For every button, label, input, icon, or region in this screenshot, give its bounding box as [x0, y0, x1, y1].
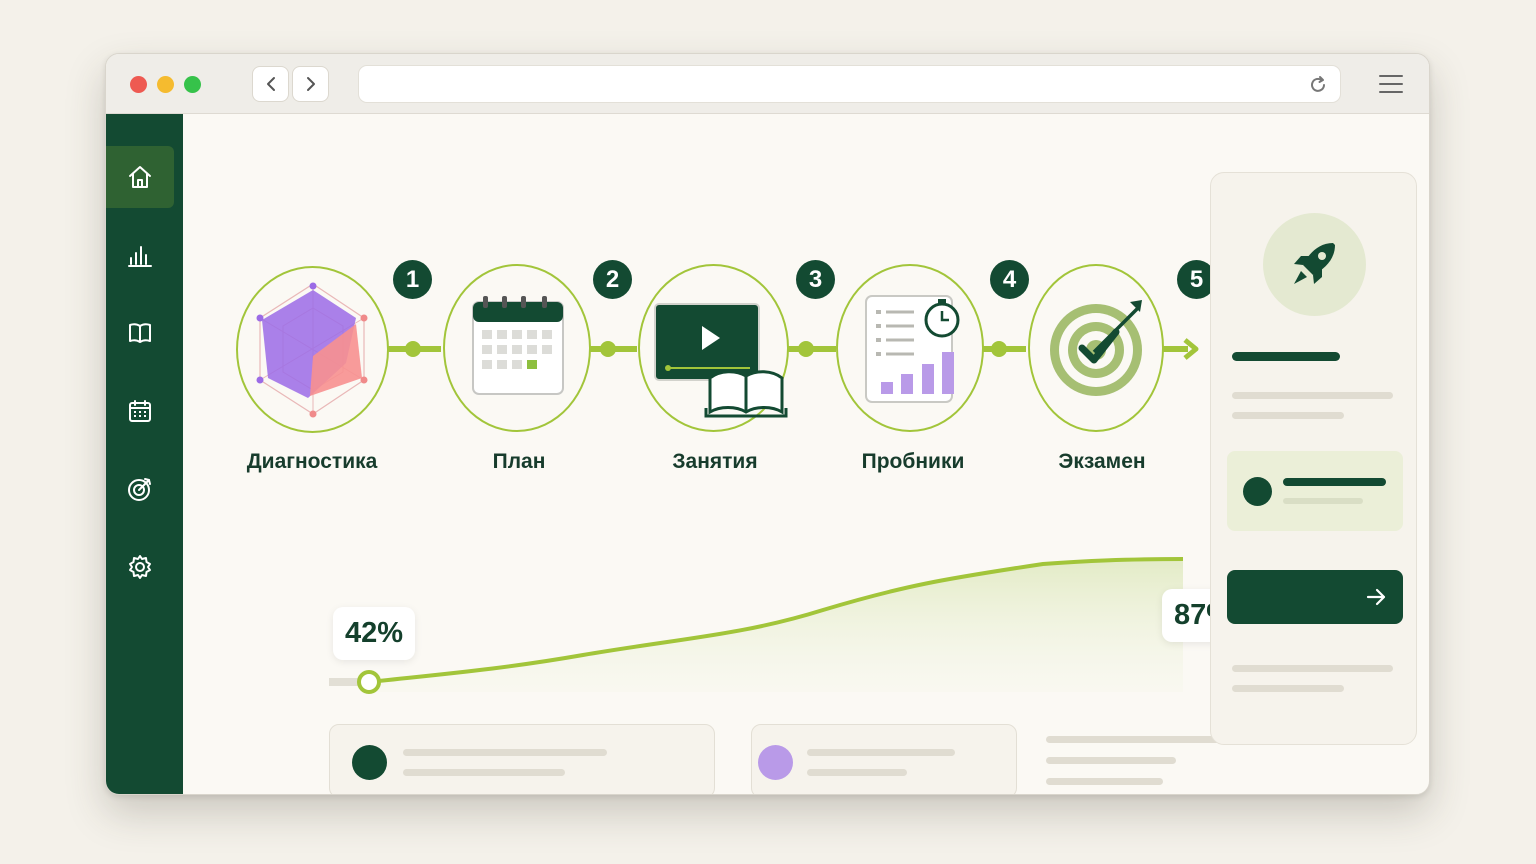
step-4-number: 4 — [990, 260, 1029, 299]
panel-highlight-card[interactable] — [1227, 451, 1403, 531]
card-2-avatar — [758, 745, 793, 780]
chevron-left-icon — [266, 77, 275, 91]
main-content: 1 Диагностика 2 План 3 Занятия 4 Пробник… — [183, 114, 1429, 794]
back-button[interactable] — [252, 66, 289, 102]
rocket-badge — [1263, 213, 1366, 316]
rocket-icon — [1293, 242, 1335, 284]
calendar-icon — [129, 400, 151, 422]
step-3-number: 3 — [796, 260, 835, 299]
right-panel — [1210, 172, 1417, 745]
step-2-number: 2 — [593, 260, 632, 299]
hamburger-icon[interactable] — [1379, 74, 1403, 94]
step-1-label: Диагностика — [246, 450, 378, 473]
sidebar-item-home[interactable] — [106, 146, 174, 208]
step-1-circle[interactable] — [236, 266, 389, 433]
step-1-number: 1 — [393, 260, 432, 299]
panel-card-dot — [1243, 477, 1272, 506]
card-1-line-1 — [403, 749, 607, 756]
address-bar[interactable] — [358, 65, 1341, 103]
panel-card-line-1 — [1283, 478, 1386, 486]
minimize-window-button[interactable] — [157, 76, 174, 93]
sidebar — [106, 114, 183, 794]
checklist-timer-chart-icon — [865, 295, 960, 403]
forward-button[interactable] — [292, 66, 329, 102]
text-line-3 — [1046, 778, 1163, 785]
sidebar-item-library[interactable] — [106, 302, 174, 364]
bar-chart-icon — [128, 246, 152, 267]
panel-line-3 — [1232, 665, 1393, 672]
sidebar-item-settings[interactable] — [106, 536, 174, 598]
radar-chart-icon — [256, 282, 368, 418]
gear-icon — [129, 555, 151, 579]
reload-icon[interactable] — [1308, 75, 1328, 95]
sidebar-item-calendar[interactable] — [106, 380, 174, 442]
info-card-1[interactable] — [329, 724, 715, 794]
close-window-button[interactable] — [130, 76, 147, 93]
step-4-circle[interactable] — [836, 264, 984, 432]
card-1-line-2 — [403, 769, 565, 776]
home-icon — [129, 166, 151, 188]
step-5-circle[interactable] — [1028, 264, 1164, 432]
panel-line-1 — [1232, 392, 1393, 399]
step-2-label: План — [492, 450, 546, 473]
progress-start-label: 42% — [333, 607, 416, 660]
step-3-circle[interactable] — [638, 264, 789, 432]
title-bar — [106, 54, 1429, 114]
video-lesson-book-icon — [654, 303, 788, 418]
maximize-window-button[interactable] — [184, 76, 201, 93]
step-5-label: Экзамен — [1058, 450, 1146, 473]
text-line-1 — [1046, 736, 1236, 743]
progress-start-point — [357, 670, 381, 694]
calendar-icon — [472, 296, 564, 395]
sidebar-item-stats[interactable] — [106, 224, 174, 286]
step-2-circle[interactable] — [443, 264, 591, 432]
browser-window: 1 Диагностика 2 План 3 Занятия 4 Пробник… — [105, 53, 1430, 795]
continue-button[interactable] — [1227, 570, 1403, 624]
info-card-2[interactable] — [751, 724, 1017, 794]
panel-card-line-2 — [1283, 498, 1363, 504]
target-icon — [128, 478, 151, 501]
panel-line-4 — [1232, 685, 1344, 692]
chevron-right-icon — [306, 77, 315, 91]
panel-line-2 — [1232, 412, 1344, 419]
card-2-line-1 — [807, 749, 955, 756]
card-2-line-2 — [807, 769, 907, 776]
step-3-label: Занятия — [672, 450, 758, 473]
target-check-icon — [1050, 300, 1142, 396]
step-4-label: Пробники — [861, 450, 965, 473]
arrow-right-icon — [1366, 588, 1386, 606]
book-icon — [129, 323, 151, 343]
text-line-2 — [1046, 757, 1176, 764]
panel-heading-bar — [1232, 352, 1340, 361]
card-1-avatar — [352, 745, 387, 780]
sidebar-item-goals[interactable] — [106, 458, 174, 520]
